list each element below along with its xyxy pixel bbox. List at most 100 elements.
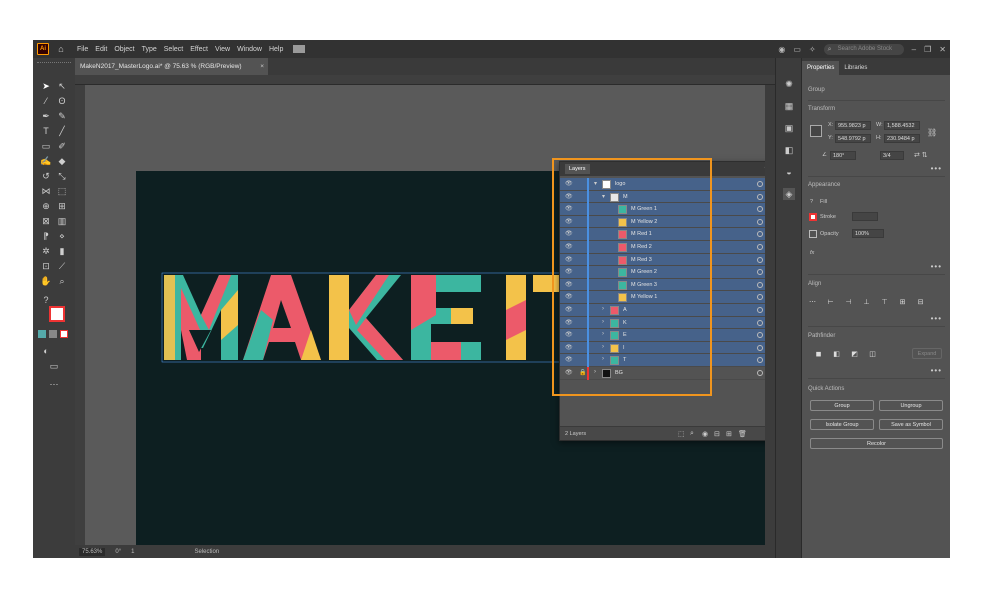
menu-type[interactable]: Type [142, 46, 157, 53]
menu-file[interactable]: File [77, 46, 88, 53]
target-icon[interactable] [757, 206, 763, 213]
minus-front-icon[interactable]: ◧ [832, 350, 841, 359]
rotation-angle[interactable]: 0° [115, 549, 121, 555]
target-icon[interactable] [757, 344, 763, 351]
menu-edit[interactable]: Edit [95, 46, 107, 53]
image-panel-icon[interactable]: ▣ [783, 122, 795, 134]
target-icon[interactable] [757, 244, 763, 250]
exclude-icon[interactable]: ◫ [868, 350, 877, 359]
home-icon[interactable]: ⌂ [55, 44, 67, 54]
paintbrush-tool-icon[interactable]: ✐ [56, 140, 68, 152]
align-hcenter-icon[interactable]: ⊣ [844, 298, 853, 307]
w-field[interactable]: 1,588.4532 [884, 121, 920, 130]
horizontal-ruler[interactable] [75, 75, 775, 85]
stroke-label[interactable]: Stroke [820, 214, 836, 220]
ungroup-button[interactable]: Ungroup [879, 400, 943, 411]
angle-field[interactable]: 180° [830, 151, 856, 160]
curvature-tool-icon[interactable]: ✎ [56, 110, 68, 122]
menu-select[interactable]: Select [164, 46, 183, 53]
hand-tool-icon[interactable]: ✋ [40, 275, 52, 287]
align-bottom-icon[interactable]: ⊟ [916, 298, 925, 307]
target-icon[interactable] [757, 256, 763, 263]
free-transform-tool-icon[interactable]: ⬚ [56, 185, 68, 197]
symbol-sprayer-tool-icon[interactable]: ✲ [40, 245, 52, 257]
create-new-layer-icon[interactable]: ⊞ [726, 430, 732, 438]
toolbar-grip[interactable] [37, 62, 71, 65]
isolate-group-button[interactable]: Isolate Group [810, 419, 874, 430]
letter-a[interactable] [243, 275, 321, 360]
status-mode[interactable]: Selection [194, 549, 219, 555]
save-as-symbol-button[interactable]: Save as Symbol [879, 419, 943, 430]
screen-mode-icon[interactable]: ▭ [48, 360, 60, 372]
target-icon[interactable] [757, 319, 763, 326]
zoom-tool-icon[interactable]: ⌕ [56, 275, 68, 287]
shear-field[interactable]: 3/4 [880, 151, 904, 160]
locate-object-icon[interactable]: ⌕ [690, 430, 694, 438]
line-tool-icon[interactable]: ╱ [56, 125, 68, 137]
align-top-icon[interactable]: ⊤ [880, 298, 889, 307]
cc-libraries-icon[interactable]: ◒ [783, 166, 795, 178]
close-tab-icon[interactable]: × [260, 58, 264, 75]
gradient-mode-icon[interactable] [49, 330, 57, 338]
target-icon[interactable] [757, 281, 763, 288]
target-icon[interactable] [757, 181, 763, 187]
document-tab[interactable]: MakeN2017_MasterLogo.ai* @ 75.63 % (RGB/… [75, 58, 268, 75]
align-vcenter-icon[interactable]: ⊞ [898, 298, 907, 307]
letter-m[interactable] [164, 275, 238, 360]
close-icon[interactable]: ✕ [939, 45, 946, 54]
color-panel-icon[interactable]: ✺ [783, 78, 795, 90]
mesh-tool-icon[interactable]: ⊠ [40, 215, 52, 227]
h-field[interactable]: 230.9484 p [884, 134, 920, 143]
pen-tool-icon[interactable]: ✒ [40, 110, 52, 122]
vertical-scrollbar[interactable] [765, 85, 775, 545]
delete-layer-icon[interactable]: 🗑 [738, 430, 747, 438]
menu-effect[interactable]: Effect [190, 46, 208, 53]
target-icon[interactable] [757, 332, 763, 339]
group-button[interactable]: Group [810, 400, 874, 411]
target-icon[interactable] [757, 231, 763, 238]
arrange-documents-icon[interactable]: ▭ [793, 45, 801, 54]
stock-search-input[interactable]: ⌕ Search Adobe Stock [823, 43, 904, 55]
make-clipping-mask-icon[interactable]: ◉ [702, 430, 708, 438]
menu-help[interactable]: Help [269, 46, 283, 53]
more-options-icon[interactable]: ••• [931, 366, 942, 375]
unite-icon[interactable]: ◼ [814, 350, 823, 359]
draw-mode-icon[interactable]: ◐ [40, 345, 52, 357]
width-tool-icon[interactable]: ⋈ [40, 185, 52, 197]
stroke-swatch[interactable] [809, 213, 817, 221]
gradient-tool-icon[interactable]: ▥ [56, 215, 68, 227]
minimize-icon[interactable]: – [912, 45, 916, 54]
slice-tool-icon[interactable]: ⟋ [56, 260, 68, 272]
more-options-icon[interactable]: ••• [931, 164, 942, 173]
y-field[interactable]: 548.9792 p [835, 134, 871, 143]
target-icon[interactable] [757, 218, 763, 225]
menu-window[interactable]: Window [237, 46, 262, 53]
eraser-tool-icon[interactable]: ◆ [56, 155, 68, 167]
artboard-navigation[interactable]: 1 [131, 549, 134, 555]
workspace-switcher-icon[interactable] [293, 45, 306, 53]
x-field[interactable]: 955.9823 p [835, 121, 871, 130]
menu-object[interactable]: Object [114, 46, 134, 53]
menu-view[interactable]: View [215, 46, 230, 53]
more-options-icon[interactable]: ••• [931, 262, 942, 271]
layers-panel-icon[interactable]: ◈ [783, 188, 795, 200]
artboard-tool-icon[interactable]: ⊡ [40, 260, 52, 272]
tab-properties[interactable]: Properties [802, 61, 840, 75]
collect-for-export-icon[interactable]: ⬚ [678, 430, 685, 438]
magic-wand-tool-icon[interactable]: ⁄ [40, 95, 52, 107]
target-icon[interactable] [757, 307, 763, 313]
perspective-grid-tool-icon[interactable]: ⊞ [56, 200, 68, 212]
letter-e[interactable] [411, 275, 481, 360]
edit-toolbar-icon[interactable]: ⋯ [48, 378, 60, 390]
tab-libraries[interactable]: Libraries [839, 61, 872, 75]
lightbulb-icon[interactable]: ✧ [809, 45, 816, 54]
align-left-icon[interactable]: ⊢ [826, 298, 835, 307]
opacity-label[interactable]: Opacity [820, 231, 839, 237]
rotate-tool-icon[interactable]: ↺ [40, 170, 52, 182]
column-graph-tool-icon[interactable]: ▮ [56, 245, 68, 257]
target-icon[interactable] [757, 269, 763, 276]
opacity-field[interactable]: 100% [852, 229, 884, 238]
user-icon[interactable]: ◉ [778, 45, 785, 54]
lasso-tool-icon[interactable]: ʘ [56, 95, 68, 107]
target-icon[interactable] [757, 357, 763, 364]
